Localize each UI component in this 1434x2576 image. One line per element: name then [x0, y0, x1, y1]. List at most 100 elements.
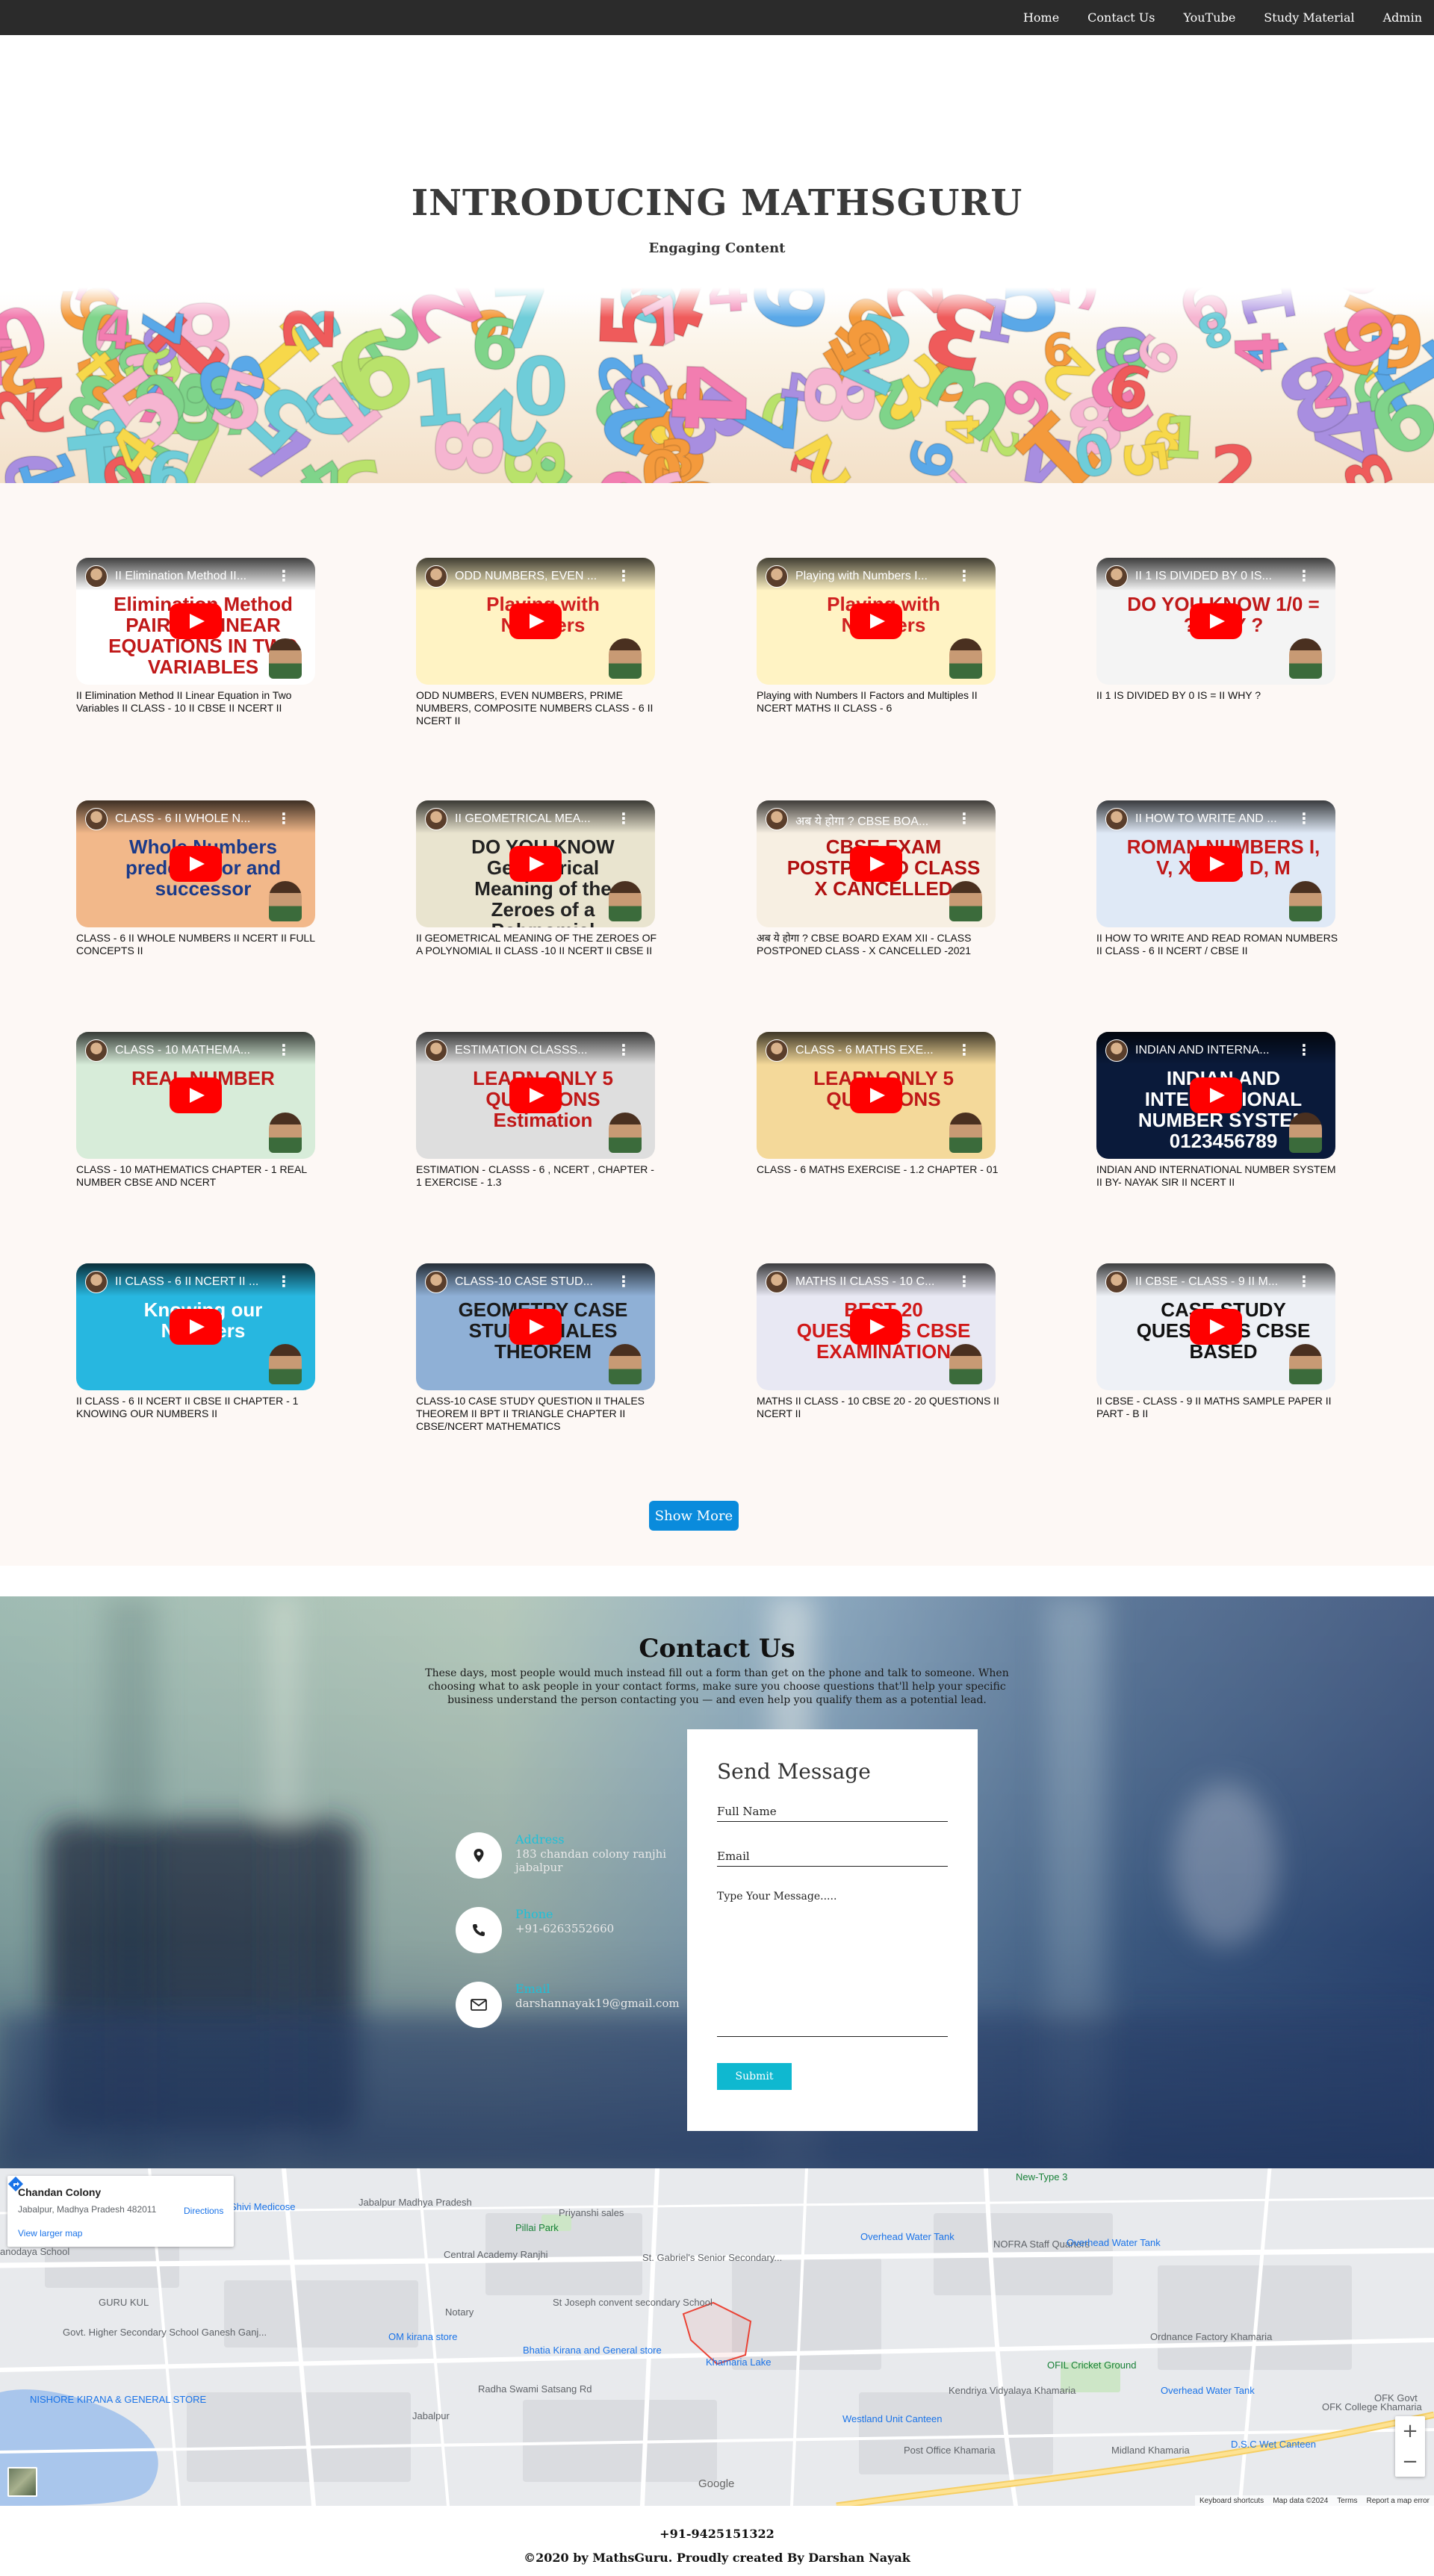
map-place-label[interactable]: anodaya School [0, 2246, 69, 2257]
video-thumbnail[interactable]: LEARN ONLY 5 QUESTIONS EstimationESTIMAT… [416, 1032, 655, 1159]
message-textarea[interactable] [717, 1888, 948, 2037]
youtube-play-icon[interactable] [850, 603, 902, 639]
thumbnail-title[interactable]: CLASS-10 CASE STUD... [455, 1275, 612, 1289]
channel-avatar[interactable] [766, 1271, 788, 1293]
more-options-icon[interactable]: ⋮ [276, 567, 291, 585]
thumbnail-title[interactable]: II GEOMETRICAL MEA... [455, 812, 612, 826]
map-place-label[interactable]: Overhead Water Tank [1067, 2237, 1161, 2248]
thumbnail-title[interactable]: MATHS II CLASS - 10 C... [795, 1275, 952, 1289]
submit-button[interactable]: Submit [717, 2063, 792, 2090]
channel-avatar[interactable] [85, 1039, 108, 1062]
map-place-label[interactable]: St. Gabriel's Senior Secondary... [642, 2252, 782, 2263]
thumbnail-title[interactable]: ODD NUMBERS, EVEN ... [455, 570, 612, 583]
map-place-label[interactable]: OFK Govt [1374, 2392, 1418, 2404]
zoom-in-button[interactable]: + [1395, 2416, 1425, 2446]
map-place-label[interactable]: NISHORE KIRANA & GENERAL STORE [30, 2394, 206, 2405]
thumbnail-title[interactable]: II HOW TO WRITE AND ... [1135, 812, 1292, 826]
more-options-icon[interactable]: ⋮ [1297, 567, 1312, 585]
map-place-label[interactable]: Jabalpur Madhya Pradesh [358, 2197, 472, 2208]
more-options-icon[interactable]: ⋮ [616, 567, 631, 585]
video-thumbnail[interactable]: DO YOU KNOW Geometrical Meaning of the Z… [416, 800, 655, 927]
channel-avatar[interactable] [1105, 808, 1128, 830]
video-thumbnail[interactable]: BEST 20 QUESTIONS CBSE EXAMINATIONMATHS … [757, 1263, 996, 1390]
nav-study-material-link[interactable]: Study Material [1264, 10, 1354, 25]
zoom-out-button[interactable]: − [1395, 2447, 1425, 2477]
youtube-play-icon[interactable] [170, 603, 222, 639]
channel-avatar[interactable] [85, 808, 108, 830]
more-options-icon[interactable]: ⋮ [957, 809, 972, 827]
youtube-play-icon[interactable] [509, 846, 562, 882]
show-more-button[interactable]: Show More [649, 1501, 739, 1531]
more-options-icon[interactable]: ⋮ [1297, 809, 1312, 827]
email-input[interactable] [717, 1846, 948, 1867]
youtube-play-icon[interactable] [850, 1077, 902, 1113]
map-place-label[interactable]: Overhead Water Tank [1161, 2385, 1255, 2396]
map-type-toggle[interactable] [7, 2467, 37, 2497]
video-thumbnail[interactable]: GEOMETRY CASE STUDY THALES THEOREMCLASS-… [416, 1263, 655, 1390]
map-place-label[interactable]: Khamaria Lake [706, 2356, 771, 2368]
keyboard-shortcuts-link[interactable]: Keyboard shortcuts [1199, 2497, 1264, 2505]
youtube-play-icon[interactable] [1190, 603, 1242, 639]
channel-avatar[interactable] [85, 565, 108, 588]
report-map-error-link[interactable]: Report a map error [1367, 2497, 1430, 2505]
youtube-play-icon[interactable] [1190, 846, 1242, 882]
youtube-play-icon[interactable] [1190, 1077, 1242, 1113]
more-options-icon[interactable]: ⋮ [276, 1041, 291, 1059]
channel-avatar[interactable] [1105, 1039, 1128, 1062]
video-thumbnail[interactable]: CBSE EXAM POSTPONED CLASS X CANCELLED अब … [757, 800, 996, 927]
youtube-play-icon[interactable] [850, 846, 902, 882]
more-options-icon[interactable]: ⋮ [957, 567, 972, 585]
video-thumbnail[interactable]: DO YOU KNOW 1/0 = ? WHY ?II 1 IS DIVIDED… [1096, 558, 1335, 685]
terms-link[interactable]: Terms [1337, 2497, 1357, 2505]
thumbnail-title[interactable]: CLASS - 6 MATHS EXE... [795, 1044, 952, 1057]
more-options-icon[interactable]: ⋮ [1297, 1272, 1312, 1290]
channel-avatar[interactable] [425, 565, 447, 588]
map-place-label[interactable]: Shivi Medicose [230, 2201, 295, 2212]
thumbnail-title[interactable]: Playing with Numbers I... [795, 570, 952, 583]
thumbnail-title[interactable]: II Elimination Method II... [115, 570, 272, 583]
channel-avatar[interactable] [766, 565, 788, 588]
map-place-label[interactable]: GURU KUL [99, 2297, 149, 2308]
channel-avatar[interactable] [425, 1271, 447, 1293]
youtube-play-icon[interactable] [509, 1077, 562, 1113]
map-place-label[interactable]: Pillai Park [515, 2222, 559, 2233]
youtube-play-icon[interactable] [170, 846, 222, 882]
map-place-label[interactable]: Priyanshi sales [559, 2207, 624, 2218]
map-place-label[interactable]: Central Academy Ranjhi [444, 2249, 547, 2260]
map-place-label[interactable]: New-Type 3 [1016, 2171, 1067, 2183]
video-thumbnail[interactable]: CASE STUDY QUESTIONS CBSE BASEDII CBSE -… [1096, 1263, 1335, 1390]
youtube-play-icon[interactable] [850, 1309, 902, 1345]
more-options-icon[interactable]: ⋮ [276, 1272, 291, 1290]
embedded-map[interactable]: Jabalpur Madhya Pradesh Priyanshi sales Sh… [0, 2168, 1434, 2506]
map-place-label[interactable]: St Joseph convent secondary School [553, 2297, 713, 2308]
more-options-icon[interactable]: ⋮ [616, 1272, 631, 1290]
map-place-label[interactable]: Radha Swami Satsang Rd [478, 2383, 592, 2395]
channel-avatar[interactable] [1105, 1271, 1128, 1293]
video-thumbnail[interactable]: Elimination Method PAIR OF LINEAR EQUATI… [76, 558, 315, 685]
video-thumbnail[interactable]: Knowing our NumbersII CLASS - 6 II NCERT… [76, 1263, 315, 1390]
full-name-input[interactable] [717, 1801, 948, 1822]
more-options-icon[interactable]: ⋮ [957, 1041, 972, 1059]
youtube-play-icon[interactable] [170, 1309, 222, 1345]
more-options-icon[interactable]: ⋮ [957, 1272, 972, 1290]
youtube-play-icon[interactable] [1190, 1309, 1242, 1345]
more-options-icon[interactable]: ⋮ [1297, 1041, 1312, 1059]
map-place-label[interactable]: Westland Unit Canteen [842, 2413, 942, 2424]
video-thumbnail[interactable]: Whole Numbers predecessor and successorC… [76, 800, 315, 927]
map-place-label[interactable]: D.S.C Wet Canteen [1231, 2439, 1316, 2450]
nav-home-link[interactable]: Home [1023, 10, 1059, 25]
channel-avatar[interactable] [85, 1271, 108, 1293]
thumbnail-title[interactable]: CLASS - 10 MATHEMA... [115, 1044, 272, 1057]
more-options-icon[interactable]: ⋮ [616, 1041, 631, 1059]
directions-link[interactable]: Directions [184, 2206, 223, 2216]
video-thumbnail[interactable]: ROMAN NUMBERS I, V, X, L, C, D, MII HOW … [1096, 800, 1335, 927]
thumbnail-title[interactable]: INDIAN AND INTERNA... [1135, 1044, 1292, 1057]
map-place-label[interactable]: Jabalpur [412, 2410, 450, 2421]
nav-youtube-link[interactable]: YouTube [1184, 10, 1236, 25]
channel-avatar[interactable] [425, 808, 447, 830]
thumbnail-title[interactable]: अब ये होगा ? CBSE BOA... [795, 812, 952, 829]
nav-contact-link[interactable]: Contact Us [1087, 10, 1155, 25]
video-thumbnail[interactable]: LEARN ONLY 5 QUESTIONSCLASS - 6 MATHS EX… [757, 1032, 996, 1159]
more-options-icon[interactable]: ⋮ [276, 809, 291, 827]
map-place-label[interactable]: Ordnance Factory Khamaria [1150, 2331, 1272, 2342]
